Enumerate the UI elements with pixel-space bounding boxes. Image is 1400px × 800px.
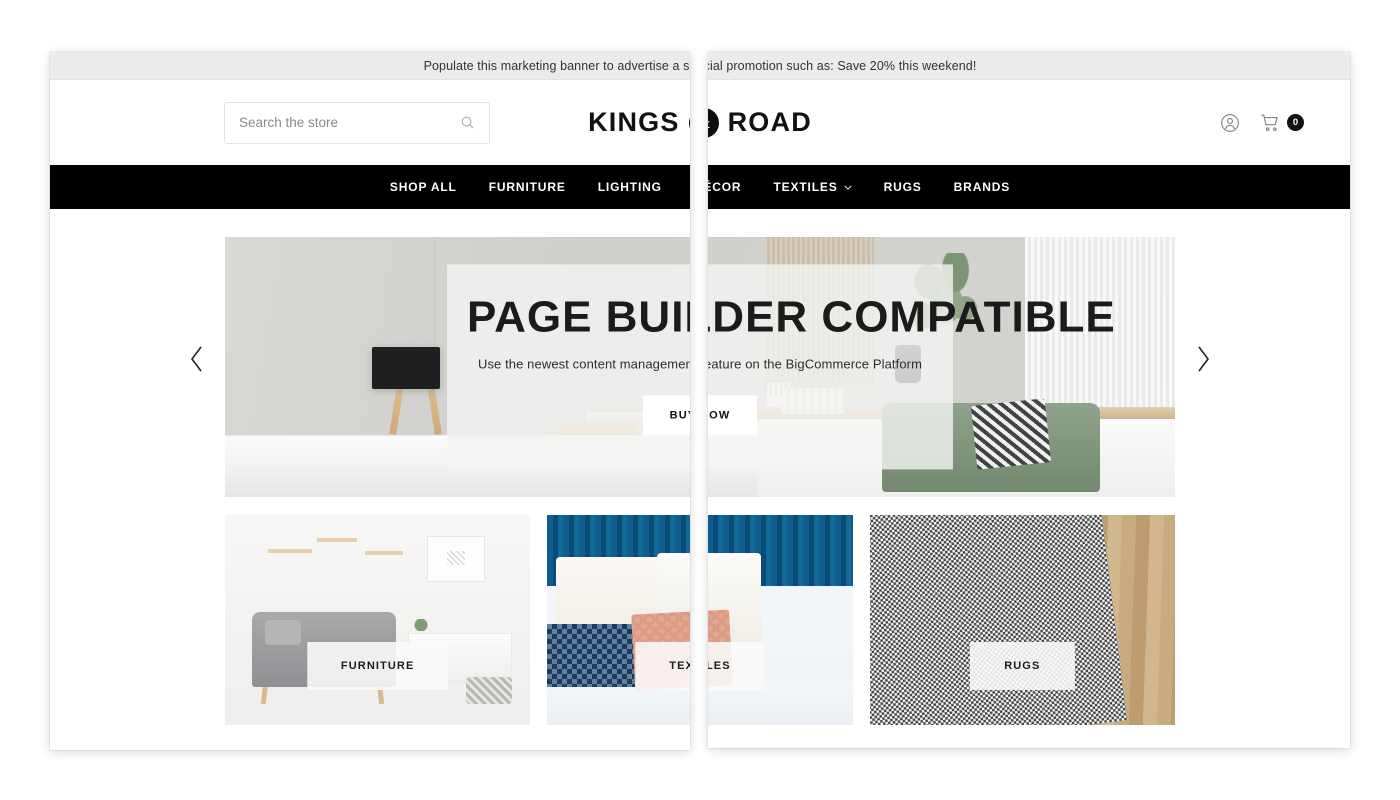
hero-text-overlay: PAGE BUILDER COMPATIBLE Use the newest c… xyxy=(708,264,1115,470)
hero-carousel: PAGE BUILDER COMPATIBLE Use the newest c… xyxy=(708,209,1350,509)
cart-count-badge: 0 xyxy=(1287,114,1304,131)
carousel-next-button[interactable] xyxy=(1186,342,1220,376)
nav-label: LIGHTING xyxy=(597,180,662,194)
nav-item-shop-all[interactable]: SHOP ALL xyxy=(374,180,473,194)
nav-label: FURNITURE xyxy=(488,180,566,194)
main-navigation: SHOP ALL FURNITURE LIGHTING DÉCOR TEXTIL… xyxy=(708,165,1350,209)
nav-label: DÉCOR xyxy=(708,180,742,194)
hero-subtitle: Use the newest content management featur… xyxy=(708,356,923,372)
chevron-left-icon xyxy=(191,346,202,372)
screenshot-stage: Populate this marketing banner to advert… xyxy=(0,0,1400,800)
hero-carousel: PAGE BUILDER COMPATIBLE Use the newest c… xyxy=(50,209,690,509)
hero-buy-now-button[interactable]: BUY NOW xyxy=(708,395,758,436)
viewport-right: Populate this marketing banner to advert… xyxy=(708,52,1350,748)
nav-label: BRANDS xyxy=(953,180,1011,194)
tile-label: TEXTILES xyxy=(708,642,765,691)
category-tile-textiles[interactable]: TEXTILES xyxy=(547,515,690,725)
nav-item-brands[interactable]: BRANDS xyxy=(938,180,1026,194)
storefront-page-left: Populate this marketing banner to advert… xyxy=(50,52,690,750)
carousel-prev-button[interactable] xyxy=(180,342,214,376)
hero-buy-now-button[interactable]: BUY NOW xyxy=(642,395,690,436)
account-icon[interactable] xyxy=(1220,113,1240,133)
promo-banner-text: Populate this marketing banner to advert… xyxy=(708,58,977,73)
search-icon[interactable] xyxy=(460,115,475,130)
nav-item-lighting[interactable]: LIGHTING xyxy=(582,180,678,194)
category-tiles: FURNITURE TEXTILES RUGS xyxy=(708,509,1175,725)
category-tile-furniture[interactable]: FURNITURE xyxy=(225,515,531,725)
main-navigation: SHOP ALL FURNITURE LIGHTING DÉCOR TEXTIL… xyxy=(50,165,690,209)
browser-window-left[interactable]: Populate this marketing banner to advert… xyxy=(50,52,690,750)
logo-word-road: ROAD xyxy=(727,107,812,137)
category-tile-textiles[interactable]: TEXTILES xyxy=(708,515,853,725)
search-box[interactable] xyxy=(224,101,490,144)
nav-item-furniture[interactable]: FURNITURE xyxy=(473,180,582,194)
chevron-down-icon xyxy=(844,185,852,190)
hero-text-overlay: PAGE BUILDER COMPATIBLE Use the newest c… xyxy=(447,264,690,470)
hero-title: PAGE BUILDER COMPATIBLE xyxy=(708,292,1115,342)
tile-label: RUGS xyxy=(970,642,1075,691)
nav-item-textiles[interactable]: TEXTILES xyxy=(757,180,867,194)
site-header: KINGS & ROAD xyxy=(708,80,1350,165)
nav-label: RUGS xyxy=(883,180,922,194)
nav-item-decor[interactable]: DÉCOR xyxy=(678,180,690,194)
logo-word-kings: KINGS xyxy=(588,107,680,137)
promo-banner: Populate this marketing banner to advert… xyxy=(50,52,690,80)
hero-slide[interactable]: PAGE BUILDER COMPATIBLE Use the newest c… xyxy=(225,237,690,497)
browser-window-right[interactable]: Populate this marketing banner to advert… xyxy=(708,52,1350,748)
nav-label: TEXTILES xyxy=(773,180,838,194)
logo-ampersand-mark: & xyxy=(688,107,690,138)
nav-item-decor[interactable]: DÉCOR xyxy=(708,180,757,194)
tile-label: TEXTILES xyxy=(635,642,690,691)
hero-slide[interactable]: PAGE BUILDER COMPATIBLE Use the newest c… xyxy=(708,237,1175,497)
nav-label: SHOP ALL xyxy=(389,180,457,194)
cart-icon[interactable] xyxy=(1260,113,1280,133)
site-header: KINGS & ROAD xyxy=(50,80,690,165)
category-tile-rugs[interactable]: RUGS xyxy=(869,515,1175,725)
hero-subtitle: Use the newest content management featur… xyxy=(477,356,690,372)
hero-title: PAGE BUILDER COMPATIBLE xyxy=(467,292,690,342)
header-actions: 0 xyxy=(1220,113,1304,133)
category-tiles: FURNITURE TEXTILES RUGS xyxy=(225,509,690,725)
promo-banner: Populate this marketing banner to advert… xyxy=(708,52,1350,80)
search-input[interactable] xyxy=(239,115,460,130)
viewport-left: Populate this marketing banner to advert… xyxy=(50,52,690,750)
tile-label: FURNITURE xyxy=(306,642,449,691)
cart-button[interactable]: 0 xyxy=(1260,113,1304,133)
logo-ampersand-mark: & xyxy=(708,107,719,138)
chevron-right-icon xyxy=(1198,346,1209,372)
storefront-page-right: Populate this marketing banner to advert… xyxy=(708,52,1350,748)
nav-item-rugs[interactable]: RUGS xyxy=(868,180,938,194)
promo-banner-text: Populate this marketing banner to advert… xyxy=(423,58,690,73)
